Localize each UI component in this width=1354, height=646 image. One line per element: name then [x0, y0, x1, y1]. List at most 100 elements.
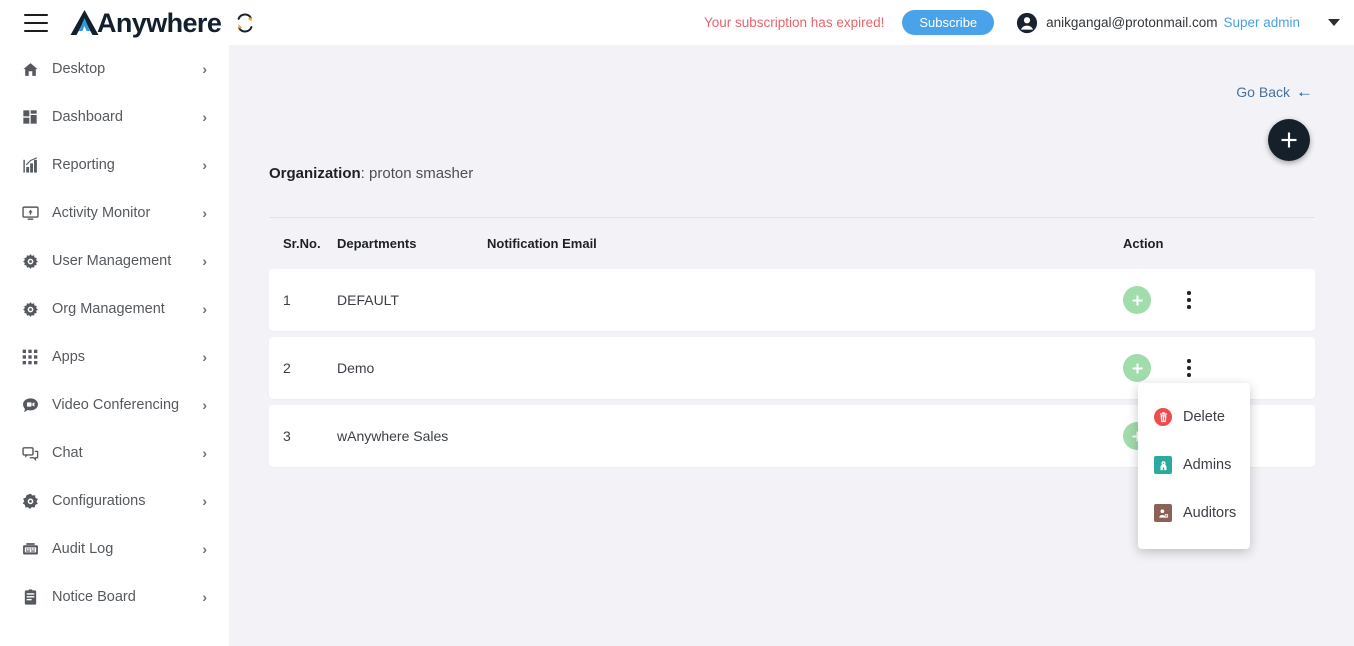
kebab-dot — [1187, 291, 1191, 295]
chevron-right-icon: › — [202, 157, 207, 173]
context-menu-item-delete[interactable]: Delete — [1138, 393, 1250, 441]
column-header-departments: Departments — [337, 236, 417, 251]
hamburger-bar — [24, 13, 48, 16]
sidebar-item-user-management[interactable]: User Management › — [0, 237, 229, 285]
subscribe-button[interactable]: Subscribe — [902, 10, 995, 35]
sidebar-item-reporting[interactable]: Reporting › — [0, 141, 229, 189]
notice-board-icon — [20, 587, 40, 607]
cell-department: Demo — [337, 360, 375, 376]
brand-name: Anywhere — [97, 7, 222, 38]
bar-chart-icon — [20, 155, 40, 175]
chevron-right-icon: › — [202, 61, 207, 77]
gear-icon — [20, 251, 40, 271]
apps-grid-icon — [20, 347, 40, 367]
cell-department: wAnywhere Sales — [337, 428, 449, 444]
cell-department: DEFAULT — [337, 292, 399, 308]
more-vertical-icon[interactable] — [1178, 287, 1200, 313]
sidebar-item-video-conferencing[interactable]: Video Conferencing › — [0, 381, 229, 429]
column-header-srno: Sr.No. — [283, 236, 321, 251]
cell-srno: 3 — [283, 428, 291, 444]
sidebar-item-label: Apps — [52, 349, 86, 365]
chevron-right-icon: › — [202, 109, 207, 125]
home-icon — [20, 59, 40, 79]
sidebar-nav: Desktop › Dashboard › Reporting › Activi… — [0, 45, 229, 646]
add-department-fab[interactable] — [1268, 119, 1310, 161]
auditor-icon — [1154, 504, 1172, 522]
sidebar-item-chat[interactable]: Chat › — [0, 429, 229, 477]
organization-separator: : — [360, 165, 370, 182]
context-menu-item-label: Admins — [1183, 457, 1232, 473]
sidebar-item-label: Dashboard — [52, 109, 123, 125]
organization-label: Organization — [269, 165, 361, 182]
go-back-label: Go Back — [1236, 83, 1290, 100]
sidebar-item-configurations[interactable]: Configurations › — [0, 477, 229, 525]
column-header-action: Action — [1123, 236, 1164, 251]
kebab-dot — [1187, 366, 1191, 370]
subscription-expired-notice: Your subscription has expired! — [703, 15, 885, 30]
chat-bubbles-icon — [20, 443, 40, 463]
go-back-link[interactable]: Go Back ← — [1236, 83, 1313, 100]
kebab-dot — [1187, 305, 1191, 309]
settings-gear-icon — [20, 491, 40, 511]
sidebar-item-apps[interactable]: Apps › — [0, 333, 229, 381]
sidebar-item-label: Desktop — [52, 61, 106, 77]
sidebar-item-label: Chat — [52, 445, 83, 461]
cell-srno: 1 — [283, 292, 291, 308]
sidebar-item-dashboard[interactable]: Dashboard › — [0, 93, 229, 141]
sidebar-item-desktop[interactable]: Desktop › — [0, 45, 229, 93]
cell-action — [1123, 286, 1315, 314]
sidebar-item-label: Org Management — [52, 301, 165, 317]
sidebar-item-label: Reporting — [52, 157, 115, 173]
hamburger-menu-icon[interactable] — [24, 13, 48, 32]
trash-icon — [1154, 408, 1172, 426]
chevron-right-icon: › — [202, 493, 207, 509]
plus-icon — [1281, 132, 1297, 148]
sidebar-item-label: Activity Monitor — [52, 205, 151, 221]
context-menu-item-auditors[interactable]: Auditors — [1138, 489, 1250, 537]
column-header-notification-email: Notification Email — [487, 236, 597, 251]
user-account-block[interactable]: anikgangal@protonmail.com Super admin — [1016, 12, 1300, 34]
monitor-icon — [20, 203, 40, 223]
sidebar-item-label: Notice Board — [52, 589, 136, 605]
chevron-right-icon: › — [202, 349, 207, 365]
brand-logo[interactable]: Anywhere — [70, 7, 222, 38]
main-content: Go Back ← Organization: proton smasher S… — [229, 45, 1354, 646]
anywhere-mountain-icon — [70, 9, 99, 35]
organization-name: proton smasher — [369, 165, 474, 182]
sidebar-item-label: Configurations — [52, 493, 146, 509]
chevron-right-icon: › — [202, 253, 207, 269]
audit-log-icon — [20, 539, 40, 559]
context-menu-item-admins[interactable]: Admins — [1138, 441, 1250, 489]
more-vertical-icon[interactable] — [1178, 355, 1200, 381]
plus-circle-icon[interactable] — [1123, 354, 1151, 382]
sidebar-item-audit-log[interactable]: Audit Log › — [0, 525, 229, 573]
table-header-row: Sr.No. Departments Notification Email Ac… — [269, 217, 1315, 269]
table-row[interactable]: 1 DEFAULT — [269, 269, 1315, 331]
top-bar: Anywhere Your subscription has expired! … — [0, 0, 1354, 45]
sidebar-item-activity-monitor[interactable]: Activity Monitor › — [0, 189, 229, 237]
kebab-dot — [1187, 373, 1191, 377]
admin-badge-icon — [1154, 456, 1172, 474]
chevron-right-icon: › — [202, 445, 207, 461]
sidebar-item-label: Audit Log — [52, 541, 114, 557]
sidebar-item-org-management[interactable]: Org Management › — [0, 285, 229, 333]
chevron-right-icon: › — [202, 541, 207, 557]
row-context-menu: Delete Admins Auditors — [1138, 383, 1250, 549]
dashboard-icon — [20, 107, 40, 127]
user-email: anikgangal@protonmail.com — [1046, 15, 1218, 30]
sidebar-item-label: User Management — [52, 253, 172, 269]
chevron-right-icon: › — [202, 397, 207, 413]
hamburger-bar — [24, 29, 48, 32]
refresh-icon[interactable] — [234, 12, 256, 34]
organization-line: Organization: proton smasher — [269, 165, 473, 182]
sidebar-item-notice-board[interactable]: Notice Board › — [0, 573, 229, 621]
account-circle-icon — [1017, 12, 1038, 33]
video-chat-icon — [20, 395, 40, 415]
chevron-right-icon: › — [202, 205, 207, 221]
chevron-down-icon[interactable] — [1328, 19, 1340, 26]
kebab-dot — [1187, 298, 1191, 302]
hamburger-bar — [24, 21, 48, 24]
kebab-dot — [1187, 359, 1191, 363]
plus-circle-icon[interactable] — [1123, 286, 1151, 314]
cell-srno: 2 — [283, 360, 291, 376]
